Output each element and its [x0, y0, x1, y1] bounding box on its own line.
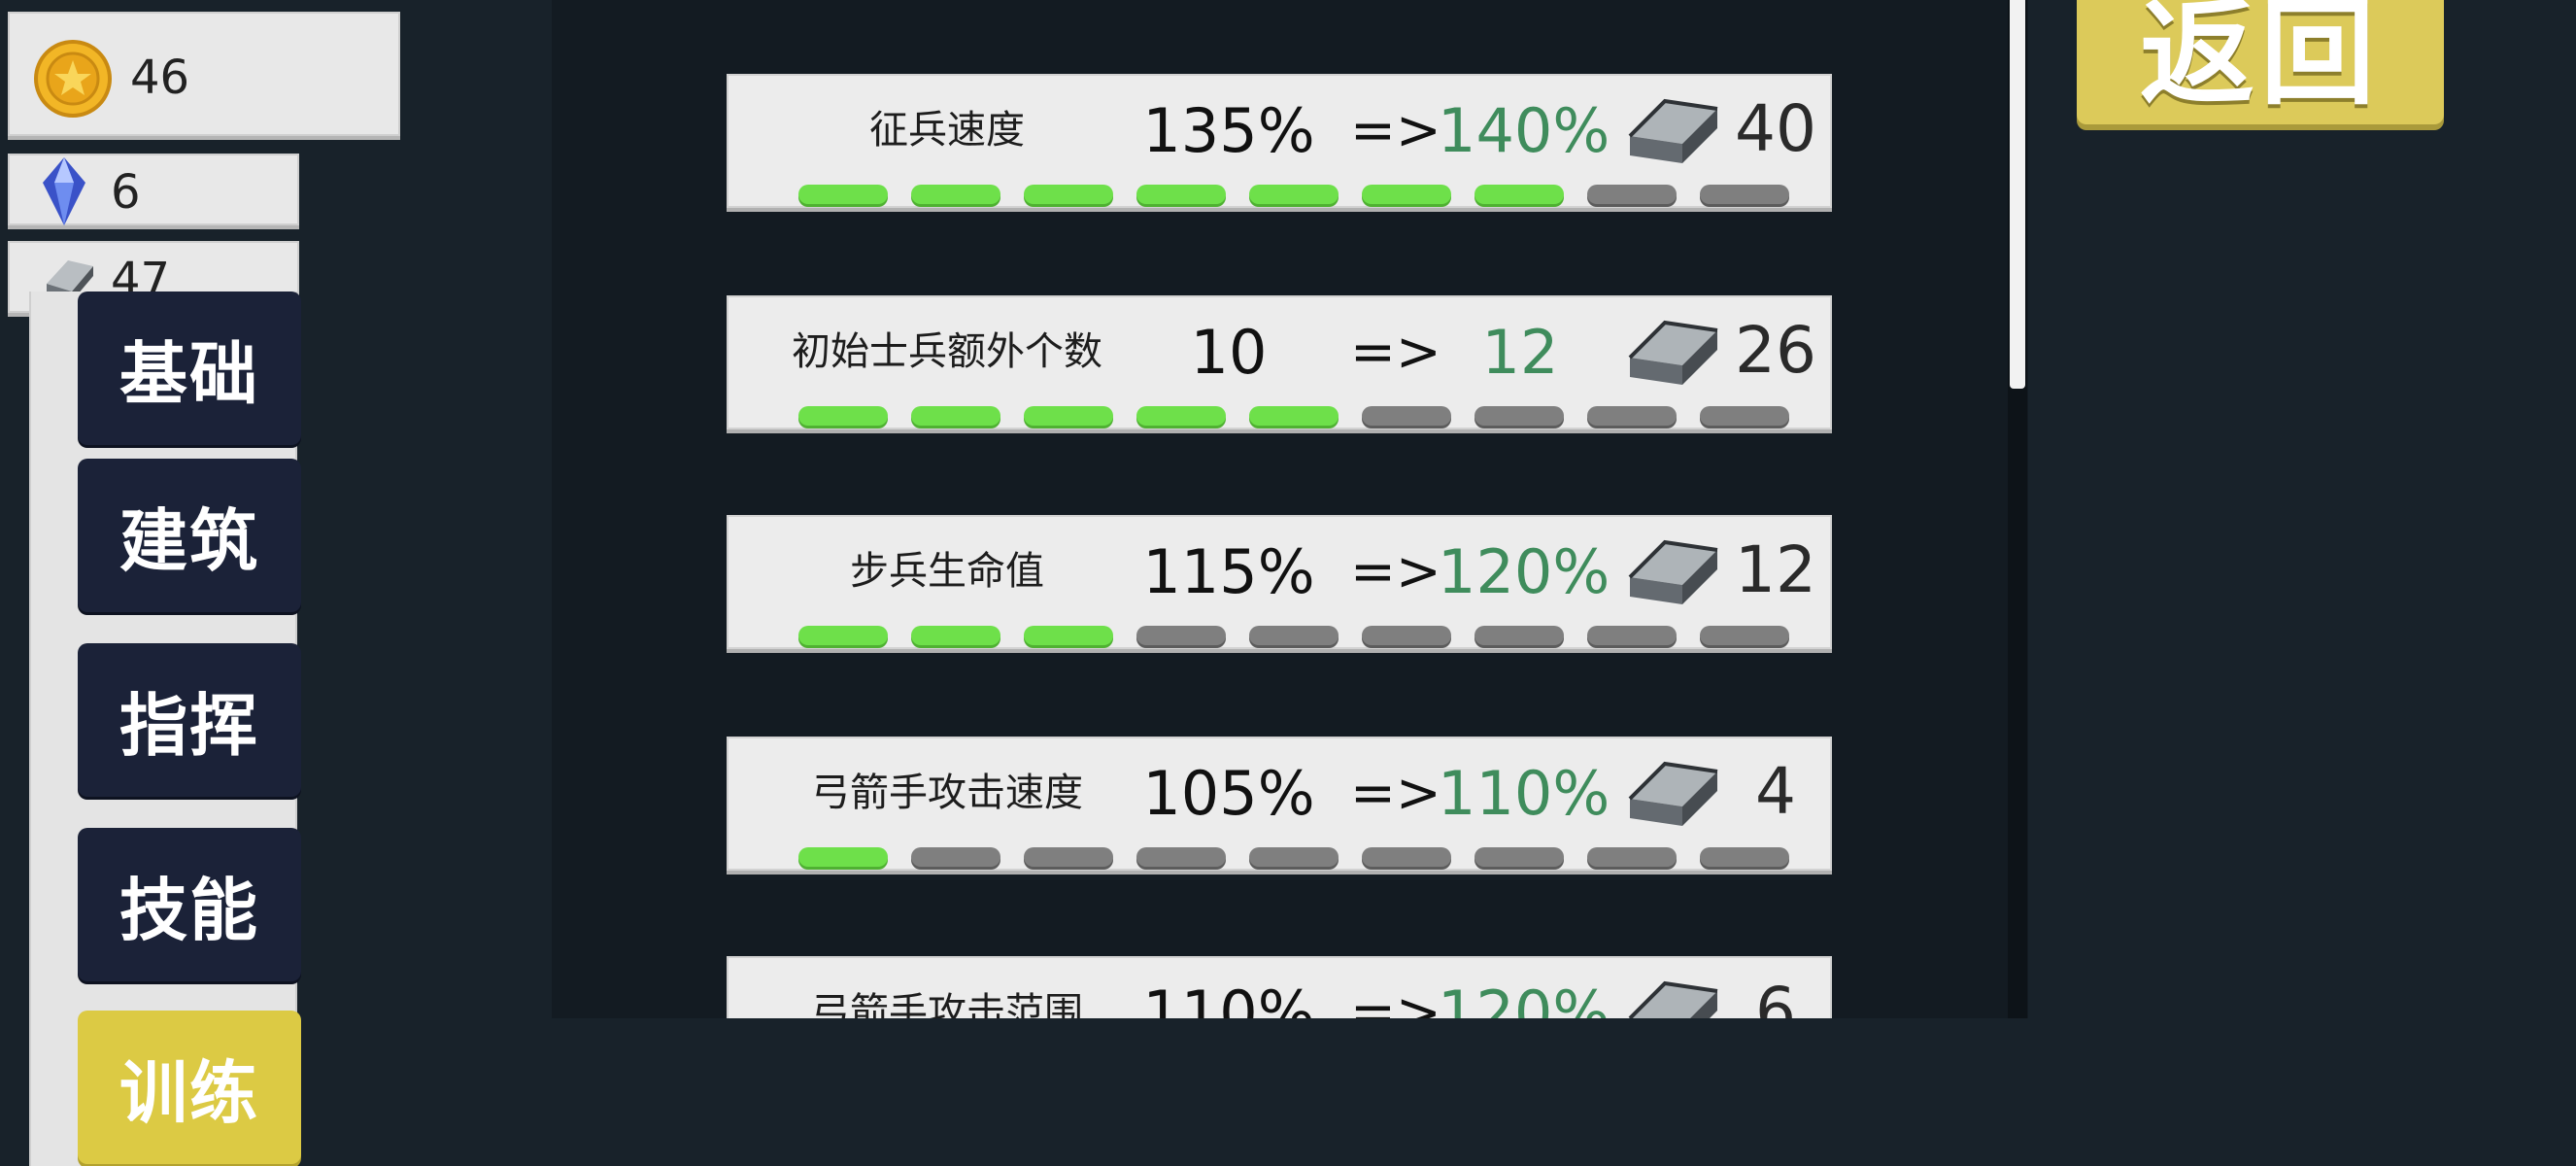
- upgrade-cost: 12: [1735, 532, 1816, 607]
- upgrade-cost: 26: [1735, 313, 1816, 388]
- coin-count: 46: [130, 51, 190, 105]
- current-value: 10: [1190, 317, 1268, 388]
- level-segment-empty: [1474, 626, 1564, 645]
- gem-count: 6: [111, 165, 141, 220]
- upgrade-cost: 4: [1755, 754, 1796, 829]
- next-value: 12: [1481, 317, 1559, 388]
- level-segment-filled: [911, 626, 1000, 645]
- level-segment-empty: [1474, 406, 1564, 426]
- next-value: 120%: [1438, 977, 1610, 1018]
- level-segment-filled: [1362, 185, 1451, 204]
- level-segment-filled: [798, 406, 888, 426]
- next-value: 110%: [1438, 758, 1610, 829]
- iron-ingot-icon: [1622, 315, 1725, 396]
- level-segment-empty: [1249, 847, 1339, 867]
- level-bar: [798, 406, 1789, 426]
- level-segment-filled: [1024, 626, 1113, 645]
- iron-ingot-icon: [1622, 756, 1725, 838]
- level-segment-empty: [1700, 185, 1789, 204]
- level-segment-empty: [1587, 626, 1677, 645]
- level-segment-filled: [1136, 185, 1226, 204]
- level-segment-empty: [1587, 847, 1677, 867]
- tab-basic[interactable]: 基础: [78, 292, 301, 445]
- level-segment-empty: [1249, 626, 1339, 645]
- level-bar: [798, 847, 1789, 867]
- tab-training[interactable]: 训练: [78, 1011, 301, 1164]
- level-segment-filled: [1024, 185, 1113, 204]
- next-value: 120%: [1438, 536, 1610, 607]
- level-segment-empty: [1136, 847, 1226, 867]
- level-segment-filled: [798, 847, 888, 867]
- upgrade-name: 步兵生命值: [850, 549, 1044, 594]
- level-segment-filled: [798, 185, 888, 204]
- level-segment-empty: [1700, 626, 1789, 645]
- tab-skills[interactable]: 技能: [78, 828, 301, 981]
- next-value: 140%: [1438, 95, 1610, 166]
- level-segment-empty: [1362, 847, 1451, 867]
- upgrade-cost: 6: [1755, 974, 1796, 1018]
- level-segment-filled: [1024, 406, 1113, 426]
- arrow-text: =>: [1350, 762, 1441, 825]
- upgrade-card[interactable]: 弓箭手攻击速度 105% => 110% 4: [727, 737, 1832, 871]
- arrow-text: =>: [1350, 981, 1441, 1018]
- iron-ingot-icon: [1622, 534, 1725, 616]
- level-segment-empty: [1700, 406, 1789, 426]
- level-segment-filled: [1249, 185, 1339, 204]
- level-segment-empty: [1136, 626, 1226, 645]
- upgrade-name: 弓箭手攻击范围: [811, 990, 1083, 1018]
- arrow-text: =>: [1350, 540, 1441, 603]
- level-segment-empty: [1587, 185, 1677, 204]
- tab-building[interactable]: 建筑: [78, 459, 301, 612]
- current-value: 110%: [1142, 977, 1315, 1018]
- upgrade-cost: 40: [1735, 91, 1816, 166]
- iron-ingot-icon: [1622, 976, 1725, 1018]
- coin-counter: 46: [8, 12, 400, 136]
- current-value: 135%: [1142, 95, 1315, 166]
- category-sidebar: 基础 建筑 指挥 技能 训练: [29, 292, 301, 1166]
- level-segment-filled: [911, 406, 1000, 426]
- iron-ingot-icon: [1622, 93, 1725, 175]
- level-bar: [798, 185, 1789, 204]
- level-segment-filled: [911, 185, 1000, 204]
- level-segment-filled: [1249, 406, 1339, 426]
- level-segment-empty: [1024, 847, 1113, 867]
- back-button[interactable]: 返回: [2077, 0, 2444, 124]
- upgrade-card[interactable]: 步兵生命值 115% => 120% 12: [727, 515, 1832, 649]
- upgrade-name: 初始士兵额外个数: [792, 329, 1102, 374]
- upgrade-list[interactable]: 征兵速度 135% => 140% 40 初始士兵额外个数 10 => 12 2…: [552, 0, 2028, 1018]
- upgrade-name: 征兵速度: [869, 108, 1025, 153]
- level-segment-filled: [798, 626, 888, 645]
- upgrade-card[interactable]: 初始士兵额外个数 10 => 12 26: [727, 295, 1832, 429]
- upgrade-card[interactable]: 征兵速度 135% => 140% 40: [727, 74, 1832, 208]
- level-segment-empty: [1700, 847, 1789, 867]
- coin-icon: [31, 37, 115, 124]
- level-segment-empty: [911, 847, 1000, 867]
- current-value: 115%: [1142, 536, 1315, 607]
- gem-counter: 6: [8, 154, 299, 225]
- gem-icon: [39, 155, 89, 231]
- upgrade-name: 弓箭手攻击速度: [811, 771, 1083, 815]
- tab-command[interactable]: 指挥: [78, 643, 301, 797]
- level-segment-empty: [1474, 847, 1564, 867]
- upgrade-card[interactable]: 弓箭手攻击范围 110% => 120% 6: [727, 956, 1832, 1018]
- scrollbar-thumb[interactable]: [2010, 0, 2025, 389]
- level-segment-empty: [1362, 626, 1451, 645]
- level-segment-filled: [1136, 406, 1226, 426]
- current-value: 105%: [1142, 758, 1315, 829]
- level-bar: [798, 626, 1789, 645]
- level-segment-empty: [1362, 406, 1451, 426]
- arrow-text: =>: [1350, 99, 1441, 162]
- level-segment-filled: [1474, 185, 1564, 204]
- arrow-text: =>: [1350, 321, 1441, 384]
- level-segment-empty: [1587, 406, 1677, 426]
